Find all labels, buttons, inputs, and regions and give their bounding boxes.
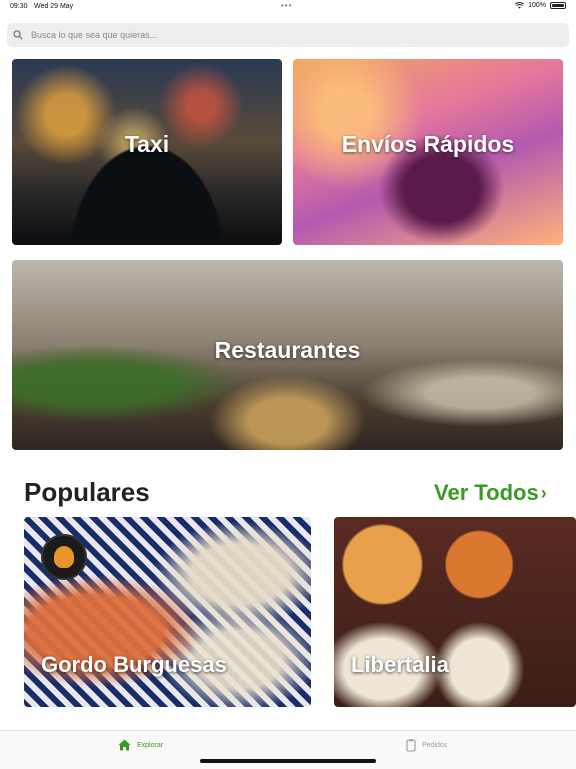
restaurant-card-gordo-burguesas[interactable]: Gordo Burguesas: [24, 517, 311, 707]
restaurant-card-libertalia[interactable]: Libertalia: [334, 517, 576, 707]
status-date: Wed 29 May: [34, 3, 74, 10]
see-all-label: Ver Todos: [434, 480, 539, 505]
tab-explore[interactable]: Explorar: [118, 739, 163, 751]
status-bar: 09:30 Wed 29 May ••• 100%: [0, 0, 576, 14]
category-label: Restaurantes: [214, 337, 361, 363]
restaurant-name: Gordo Burguesas: [41, 652, 227, 677]
category-label: Envíos Rápidos: [341, 131, 515, 157]
home-indicator[interactable]: [200, 759, 376, 763]
home-icon: [118, 739, 131, 751]
tab-explore-label: Explorar: [137, 741, 164, 749]
search-bar[interactable]: [7, 23, 569, 47]
tab-orders-label: Pedidos: [422, 742, 448, 749]
wifi-icon: [515, 2, 525, 9]
tab-orders[interactable]: Pedidos: [406, 739, 447, 752]
multitasking-dots-icon[interactable]: •••: [281, 1, 292, 10]
status-time: 09:30: [10, 3, 28, 10]
section-title-populares: Populares: [24, 477, 150, 507]
search-input[interactable]: [29, 29, 513, 41]
see-all-link[interactable]: Ver Todos ›: [434, 480, 547, 506]
chevron-right-icon: ›: [540, 482, 547, 503]
restaurant-name: Libertalia: [351, 652, 449, 677]
category-card-restaurantes[interactable]: Restaurantes: [12, 260, 563, 450]
search-icon: [13, 30, 23, 40]
category-label: Taxi: [124, 131, 170, 157]
tab-bar: Explorar Pedidos: [0, 730, 576, 769]
battery-icon: [550, 2, 566, 9]
category-card-taxi[interactable]: Taxi: [12, 59, 282, 245]
receipt-icon: [406, 739, 416, 752]
restaurant-logo: [41, 534, 87, 580]
category-card-envios-rapidos[interactable]: Envíos Rápidos: [293, 59, 563, 245]
battery-percent: 100%: [528, 2, 546, 9]
